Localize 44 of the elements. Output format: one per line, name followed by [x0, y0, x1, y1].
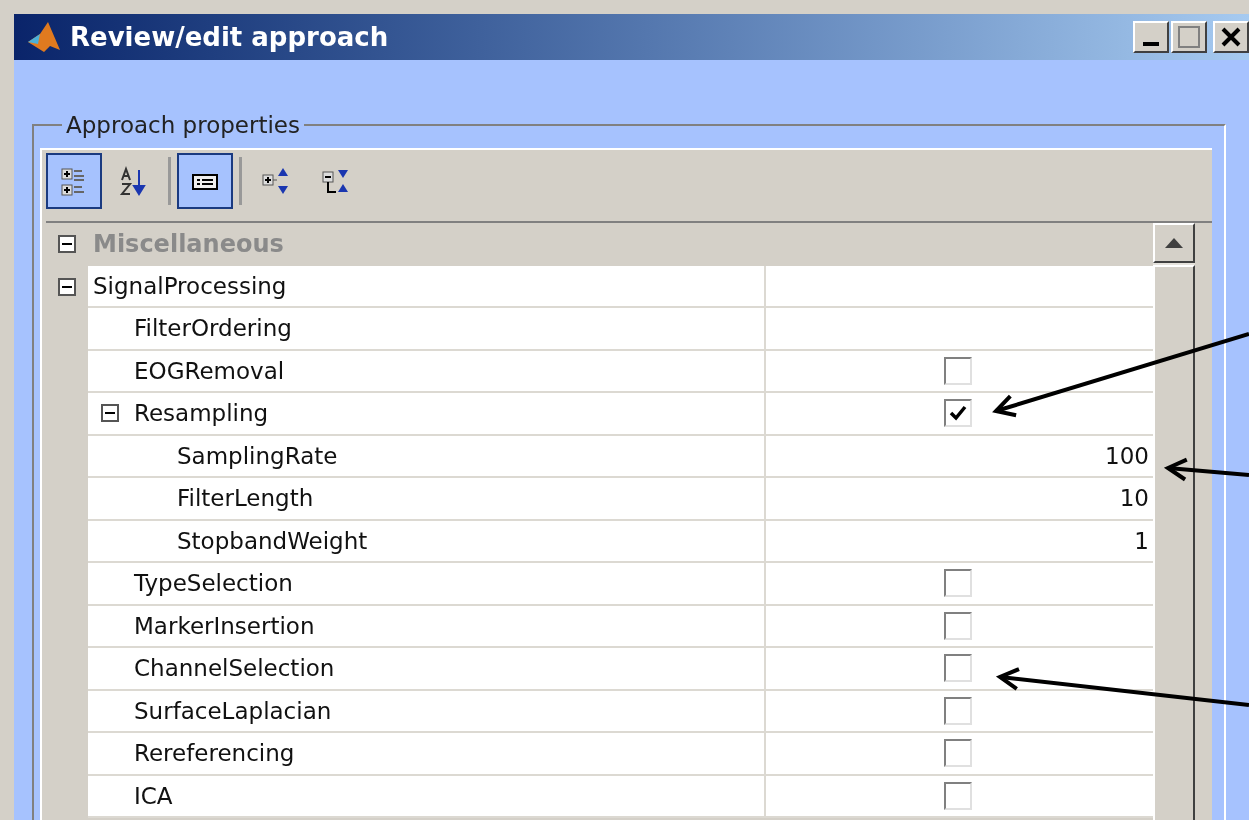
property-name: EOGRemoval [134, 356, 285, 386]
property-name: TypeSelection [134, 569, 293, 598]
minus-box-icon[interactable] [101, 404, 119, 423]
app-logo-icon [26, 20, 62, 54]
property-name: ICA [134, 781, 173, 811]
property-name: SamplingRate [177, 441, 338, 471]
checkbox[interactable] [943, 654, 972, 683]
checkbox[interactable] [943, 739, 972, 768]
scroll-up-button[interactable] [1153, 223, 1195, 263]
checkbox[interactable] [943, 399, 972, 428]
up-arrow-icon [1165, 238, 1183, 248]
property-name: Rereferencing [134, 739, 295, 768]
property-name: Resampling [134, 399, 269, 428]
value-cell[interactable] [766, 265, 1153, 308]
property-name: FilterLength [177, 484, 314, 513]
maximize-icon [1178, 26, 1200, 48]
check-icon [948, 405, 967, 422]
minus-box-icon[interactable] [58, 235, 76, 254]
maximize-button[interactable] [1171, 21, 1207, 53]
property-value[interactable]: 100 [1105, 438, 1149, 473]
property-name: FilterOrdering [134, 314, 292, 343]
checkbox[interactable] [943, 696, 972, 725]
category-label: Miscellaneous [93, 228, 284, 260]
checkbox[interactable] [943, 611, 972, 640]
property-value[interactable]: 10 [1119, 481, 1149, 516]
minimize-icon [1143, 42, 1159, 46]
property-name: ChannelSelection [134, 654, 335, 683]
checkbox[interactable] [943, 781, 972, 810]
close-button[interactable] [1213, 21, 1249, 53]
value-cell[interactable] [766, 308, 1153, 351]
property-value[interactable]: 1 [1134, 523, 1149, 558]
expand-all-icon [261, 166, 291, 196]
property-name: MarkerInsertion [134, 611, 315, 641]
close-icon [1221, 27, 1241, 47]
window-title: Review/edit approach [70, 20, 389, 54]
toolbar-button[interactable] [46, 153, 102, 209]
property-name: StopbandWeight [177, 526, 368, 556]
property-name: SurfaceLaplacian [134, 696, 332, 726]
property-name: SignalProcessing [93, 271, 287, 301]
toolbar-button[interactable] [177, 153, 233, 209]
minus-box-icon[interactable] [58, 277, 76, 296]
checkbox[interactable] [943, 356, 972, 385]
checkbox[interactable] [943, 569, 972, 598]
minimize-button[interactable] [1133, 21, 1169, 53]
